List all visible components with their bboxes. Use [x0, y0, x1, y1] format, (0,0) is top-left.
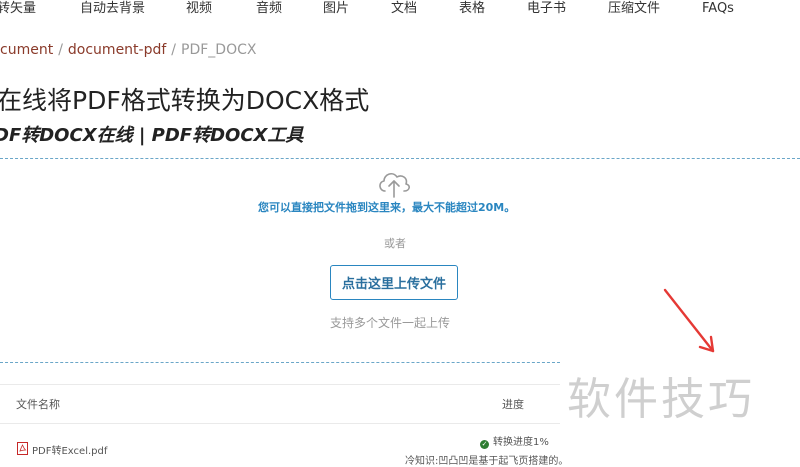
breadcrumb-separator: /	[171, 42, 177, 58]
trivia-note: 冷知识:凹凸凹是基于起飞页搭建的。	[405, 456, 569, 467]
table-row: PDF转Excel.pdf ✓ 转换进度1% 冷知识:凹凸凹是基于起飞页搭建的。	[0, 425, 568, 467]
upload-zone-border-top	[0, 158, 800, 159]
page-subtitle: DF转DOCX在线 | PDF转DOCX工具	[0, 125, 304, 146]
nav-item-spreadsheet[interactable]: 表格	[459, 0, 485, 18]
cloud-upload-icon[interactable]	[376, 167, 412, 199]
page-title: 在线将PDF格式转换为DOCX格式	[0, 86, 370, 115]
upload-file-button[interactable]: 点击这里上传文件	[330, 265, 458, 300]
breadcrumb-link-document-pdf[interactable]: document-pdf	[68, 42, 166, 58]
upload-zone-border-bottom	[0, 362, 560, 363]
arrow-annotation-icon	[663, 288, 715, 353]
pdf-file-icon	[17, 442, 28, 455]
nav-item-document[interactable]: 文档	[391, 0, 417, 18]
conversion-status: ✓ 转换进度1%	[480, 436, 549, 450]
or-text: 或者	[384, 237, 406, 250]
breadcrumb-current: PDF_DOCX	[181, 42, 257, 58]
nav-item-ebook[interactable]: 电子书	[527, 0, 566, 18]
check-circle-icon: ✓	[480, 440, 489, 449]
breadcrumb: cument / document-pdf / PDF_DOCX	[0, 40, 256, 60]
nav-item-remove-background[interactable]: 自动去背景	[80, 0, 145, 18]
top-nav: 转矢量 自动去背景 视频 音频 图片 文档 表格 电子书 压缩文件 FAQs	[0, 0, 800, 22]
nav-item-vector[interactable]: 转矢量	[0, 0, 36, 18]
watermark: 软件技巧	[567, 374, 755, 425]
file-name[interactable]: PDF转Excel.pdf	[32, 445, 107, 459]
breadcrumb-link-document[interactable]: cument	[0, 42, 53, 58]
drop-hint-text: 您可以直接把文件拖到这里来，最大不能超过20M。	[258, 201, 516, 214]
nav-item-image[interactable]: 图片	[323, 0, 349, 18]
column-header-progress: 进度	[502, 398, 524, 411]
conversion-progress-text: 转换进度1%	[493, 437, 549, 448]
file-table-header: 文件名称 进度	[0, 384, 560, 424]
nav-item-video[interactable]: 视频	[186, 0, 212, 18]
nav-item-archive[interactable]: 压缩文件	[608, 0, 660, 18]
breadcrumb-separator: /	[58, 42, 63, 58]
nav-item-audio[interactable]: 音频	[256, 0, 282, 18]
nav-item-faqs[interactable]: FAQs	[702, 0, 734, 18]
multi-upload-hint: 支持多个文件一起上传	[330, 316, 451, 330]
column-header-file-name: 文件名称	[16, 398, 60, 411]
